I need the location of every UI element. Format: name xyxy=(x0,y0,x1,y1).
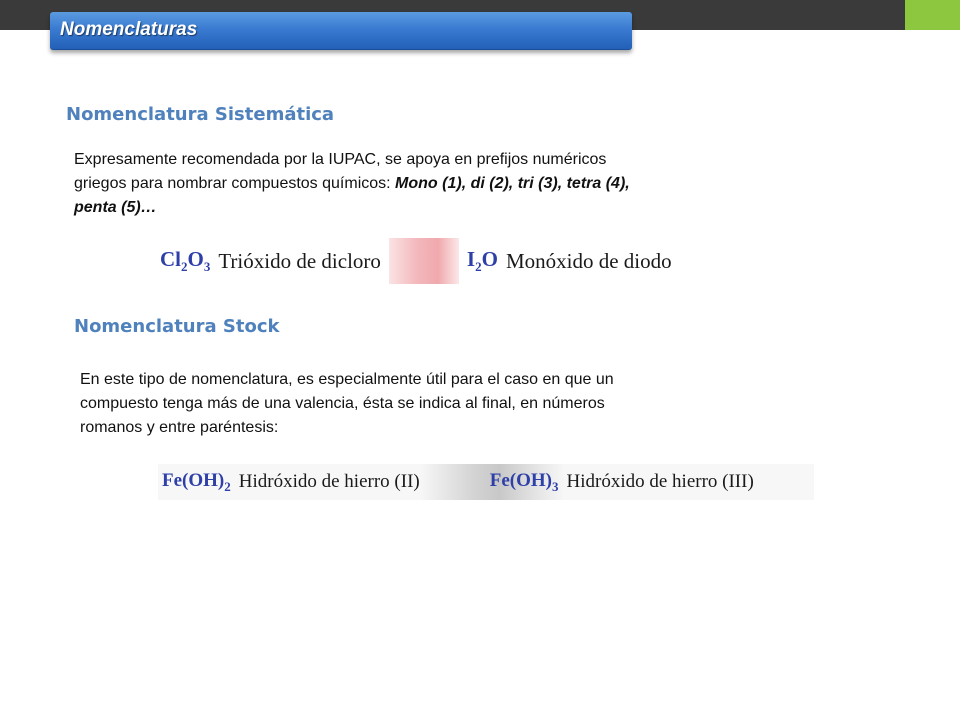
formula-feoh3: Fe(OH)3 xyxy=(489,469,559,494)
formula-cl2o3: Cl2O3 xyxy=(160,247,211,274)
paragraph-sistematica: Expresamente recomendada por la IUPAC, s… xyxy=(74,148,834,220)
blurred-region xyxy=(420,464,490,500)
prefix-examples-cont: penta (5)… xyxy=(74,199,157,216)
compound-name: Hidróxido de hierro (II) xyxy=(238,471,420,492)
compound-name: Trióxido de dicloro xyxy=(218,248,381,273)
title-banner: Nomenclaturas xyxy=(50,12,632,50)
paragraph-stock: En este tipo de nomenclatura, es especia… xyxy=(80,368,840,440)
compound-name: Hidróxido de hierro (III) xyxy=(566,471,754,492)
accent-square xyxy=(905,0,960,30)
paragraph-line: compuesto tenga más de una valencia, ést… xyxy=(80,395,605,412)
example-strip-sistematica: Cl2O3 Trióxido de dicloro I2O Monóxido d… xyxy=(160,238,785,284)
heading-stock: Nomenclatura Stock xyxy=(74,316,280,337)
example-strip-stock: Fe(OH)2 Hidróxido de hierro (II) Fe(OH)3… xyxy=(158,464,814,500)
paragraph-line: En este tipo de nomenclatura, es especia… xyxy=(80,371,614,388)
formula-feoh2: Fe(OH)2 xyxy=(162,469,231,494)
formula-i2o: I2O xyxy=(466,247,498,274)
paragraph-line: Expresamente recomendada por la IUPAC, s… xyxy=(74,151,607,168)
prefix-examples: Mono (1), di (2), tri (3), tetra (4), xyxy=(395,175,630,192)
compound-name: Monóxido de diodo xyxy=(505,248,672,273)
slide-title: Nomenclaturas xyxy=(60,19,198,40)
paragraph-line: romanos y entre paréntesis: xyxy=(80,419,279,436)
blurred-region xyxy=(388,238,459,284)
paragraph-line: griegos para nombrar compuestos químicos… xyxy=(74,175,396,192)
heading-sistematica: Nomenclatura Sistemática xyxy=(66,104,335,125)
